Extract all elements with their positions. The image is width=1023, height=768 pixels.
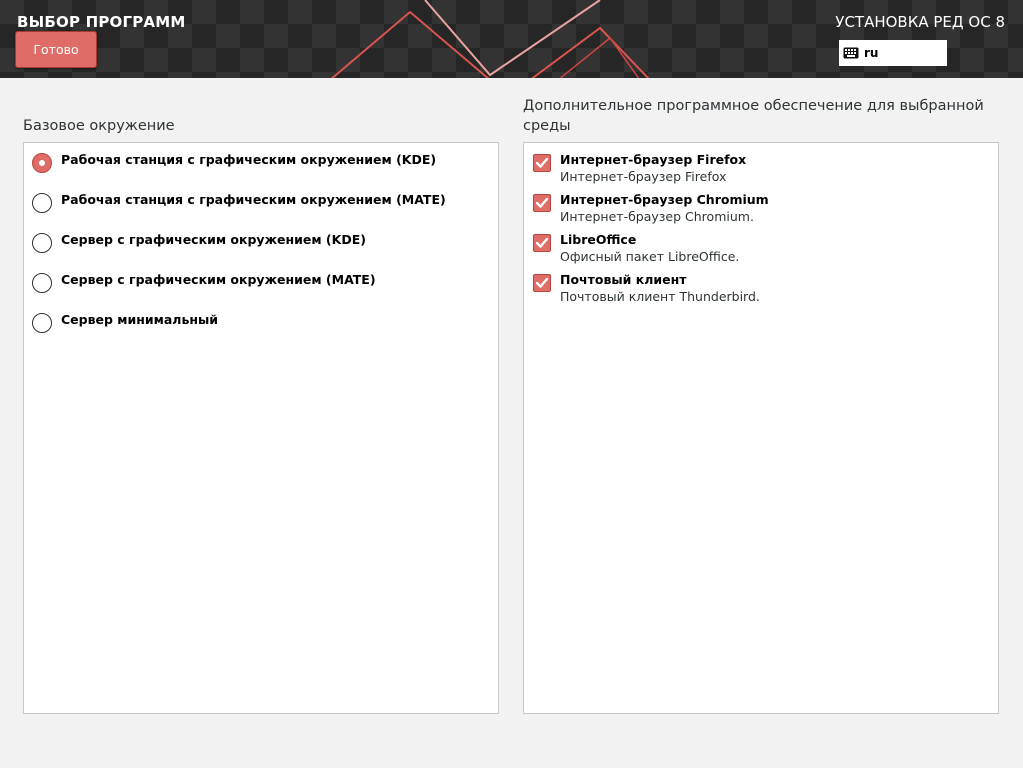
env-item-label: Сервер минимальный [61, 312, 219, 327]
addon-item-mail-client[interactable]: Почтовый клиент Почтовый клиент Thunderb… [533, 268, 760, 305]
addon-description: Почтовый клиент Thunderbird. [560, 289, 760, 304]
radio-button[interactable] [32, 313, 52, 333]
env-item-label: Рабочая станция с графическим окружением… [61, 152, 437, 167]
env-item-workstation-kde[interactable]: Рабочая станция с графическим окружением… [32, 148, 436, 173]
radio-button[interactable] [32, 153, 52, 173]
addon-item-chromium[interactable]: Интернет-браузер Chromium Интернет-брауз… [533, 188, 769, 225]
product-title: УСТАНОВКА РЕД ОС 8 [835, 13, 1005, 31]
env-item-server-mate[interactable]: Сервер с графическим окружением (MATE) [32, 268, 376, 293]
radio-button[interactable] [32, 233, 52, 253]
keyboard-icon [843, 47, 859, 59]
base-environment-list: Рабочая станция с графическим окружением… [23, 142, 499, 714]
addon-name: Интернет-браузер Chromium [560, 192, 769, 207]
checkbox[interactable] [533, 274, 551, 292]
header-decoration [330, 0, 650, 78]
checkbox[interactable] [533, 194, 551, 212]
page-title: ВЫБОР ПРОГРАММ [17, 13, 186, 31]
header-bar: ВЫБОР ПРОГРАММ Готово УСТАНОВКА РЕД ОС 8… [0, 0, 1023, 78]
env-item-server-minimal[interactable]: Сервер минимальный [32, 308, 218, 333]
env-item-workstation-mate[interactable]: Рабочая станция с графическим окружением… [32, 188, 446, 213]
addons-heading: Дополнительное программное обеспечение д… [523, 98, 984, 134]
addon-name: Почтовый клиент [560, 272, 687, 287]
keyboard-layout-label: ru [864, 46, 879, 60]
checkmark-icon [535, 277, 549, 288]
addon-description: Интернет-браузер Firefox [560, 169, 727, 184]
checkbox[interactable] [533, 154, 551, 172]
addon-description: Офисный пакет LibreOffice. [560, 249, 740, 264]
checkmark-icon [535, 237, 549, 248]
addon-description: Интернет-браузер Chromium. [560, 209, 754, 224]
addons-list: Интернет-браузер Firefox Интернет-браузе… [523, 142, 999, 714]
keyboard-layout-indicator[interactable]: ru [839, 40, 947, 66]
env-item-label: Рабочая станция с графическим окружением… [61, 192, 446, 207]
checkmark-icon [535, 157, 549, 168]
env-item-label: Сервер с графическим окружением (KDE) [61, 232, 366, 247]
checkbox[interactable] [533, 234, 551, 252]
addon-name: LibreOffice [560, 232, 637, 247]
env-item-label: Сервер с графическим окружением (MATE) [61, 272, 376, 287]
radio-button[interactable] [32, 193, 52, 213]
addon-item-firefox[interactable]: Интернет-браузер Firefox Интернет-браузе… [533, 148, 746, 185]
done-button[interactable]: Готово [15, 31, 97, 68]
radio-button[interactable] [32, 273, 52, 293]
addon-item-libreoffice[interactable]: LibreOffice Офисный пакет LibreOffice. [533, 228, 739, 265]
base-environment-heading: Базовое окружение [23, 118, 175, 134]
checkmark-icon [535, 197, 549, 208]
addon-name: Интернет-браузер Firefox [560, 152, 747, 167]
env-item-server-kde[interactable]: Сервер с графическим окружением (KDE) [32, 228, 366, 253]
